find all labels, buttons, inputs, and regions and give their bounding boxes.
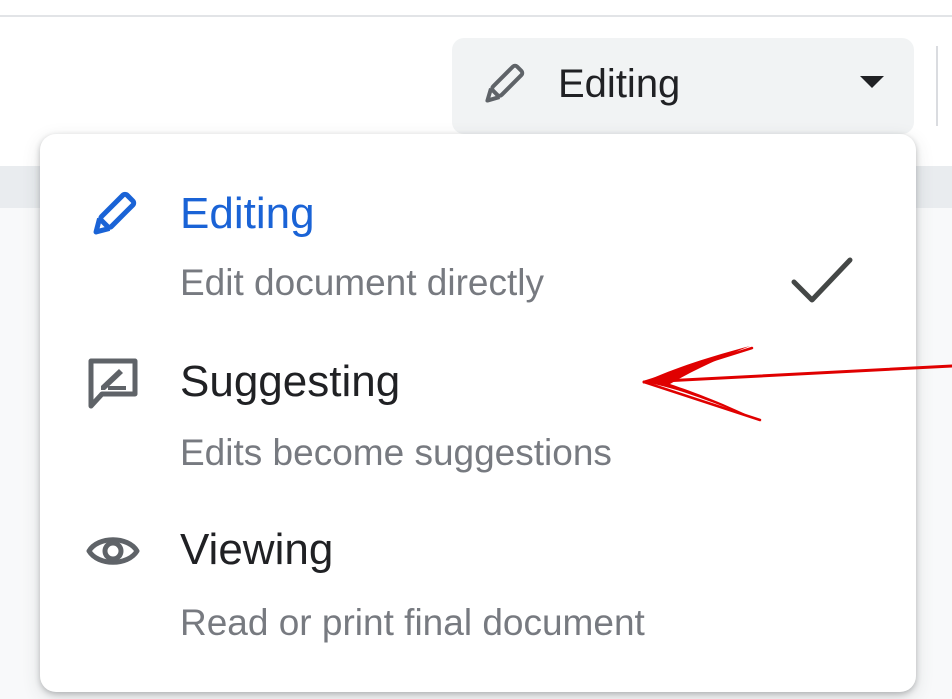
red-annotation-arrow <box>642 346 952 422</box>
menu-item-editing-description: Edit document directly <box>180 262 545 303</box>
menu-item-viewing[interactable]: Viewing Read or print final document <box>40 518 916 668</box>
top-divider <box>0 15 952 17</box>
menu-item-viewing-description: Read or print final document <box>180 602 645 643</box>
pencil-icon <box>485 63 525 103</box>
menu-item-suggesting-description: Edits become suggestions <box>180 432 612 473</box>
checkmark-icon <box>791 257 853 303</box>
eye-icon <box>86 537 140 565</box>
editing-mode-button[interactable]: Editing <box>452 38 914 134</box>
pencil-icon <box>93 191 137 235</box>
menu-item-editing[interactable]: Editing Edit document directly <box>40 178 916 328</box>
menu-item-editing-title: Editing <box>180 189 315 238</box>
caret-down-icon <box>860 76 884 88</box>
menu-item-viewing-title: Viewing <box>180 525 334 574</box>
menu-item-suggesting-title: Suggesting <box>180 357 401 406</box>
suggest-edit-icon <box>88 358 138 409</box>
editing-mode-label: Editing <box>558 62 681 106</box>
toolbar-separator <box>936 46 938 126</box>
